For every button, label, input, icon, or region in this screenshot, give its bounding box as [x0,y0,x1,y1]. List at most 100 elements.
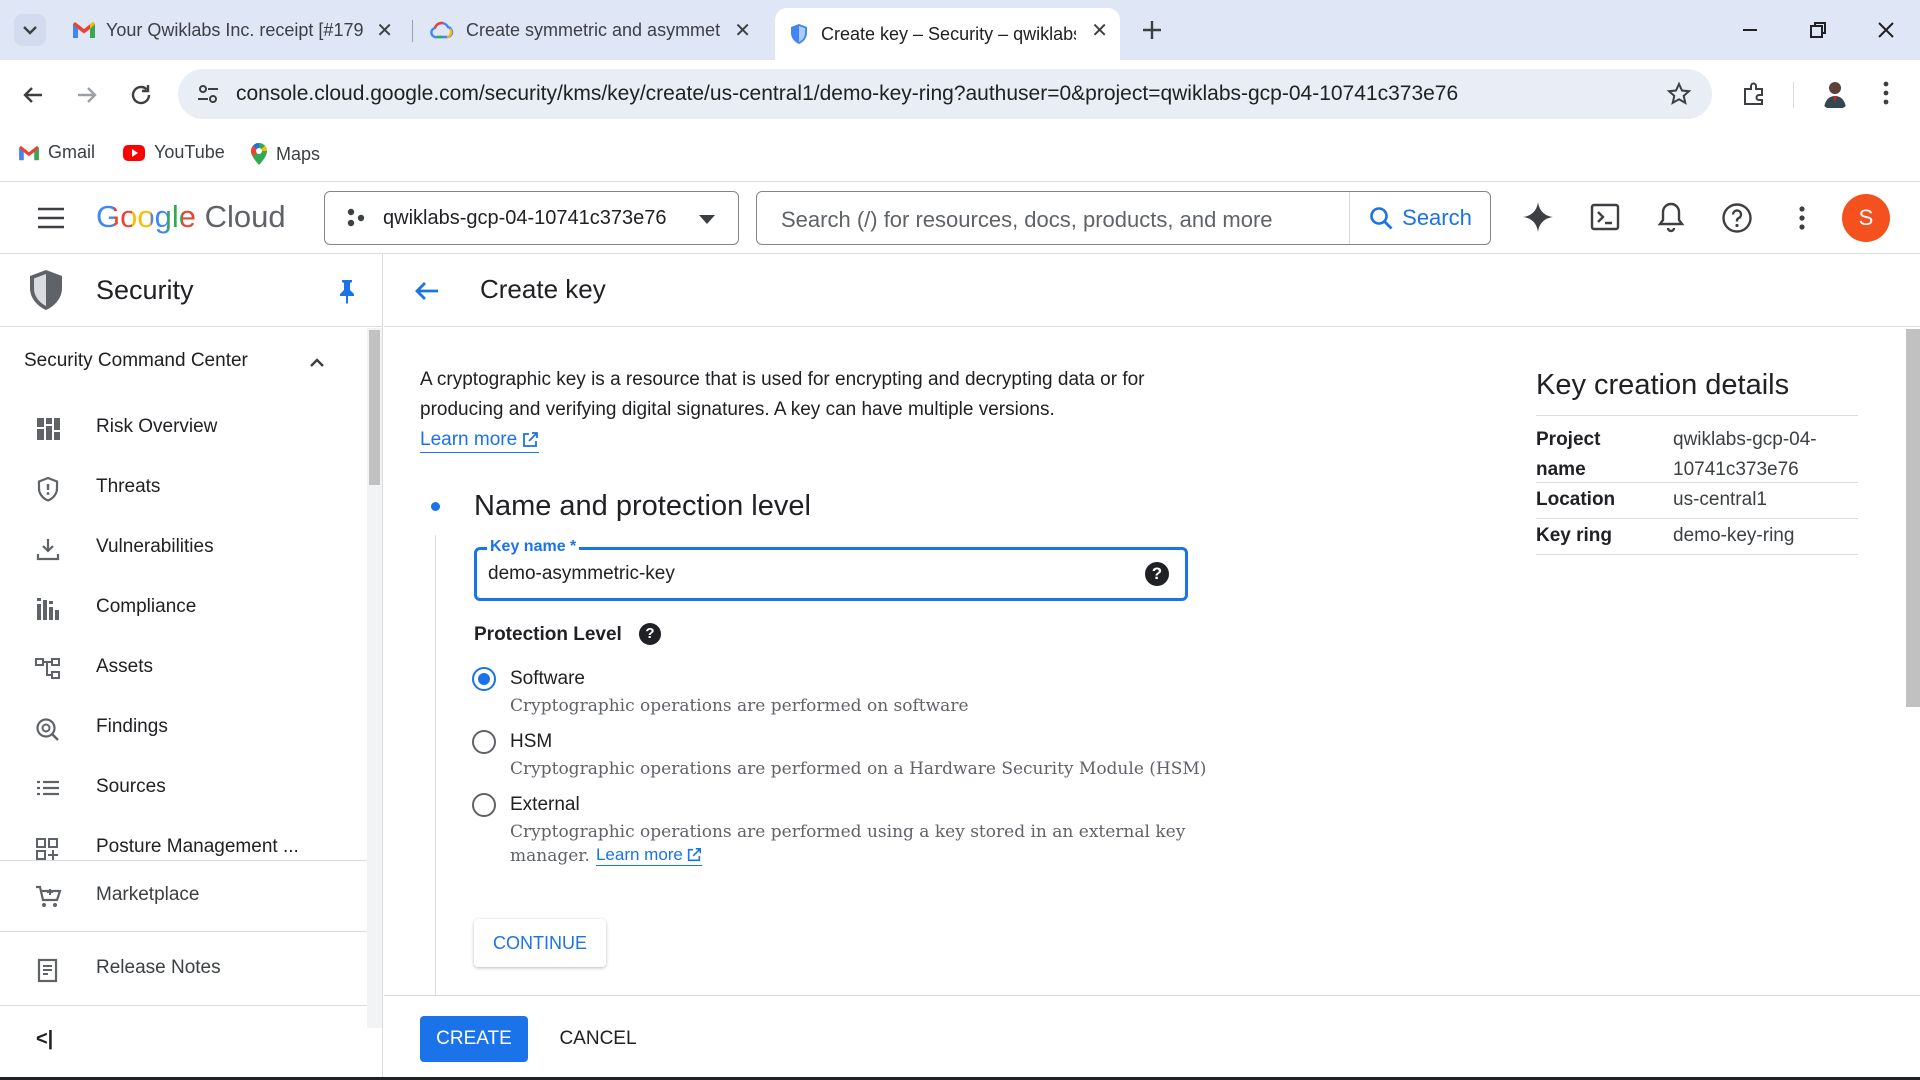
bookmark-maps[interactable]: Maps [250,142,320,166]
option-label: External [510,794,580,815]
details-key-line: Project [1536,429,1601,450]
bookmark-youtube[interactable]: YouTube [122,142,225,163]
youtube-icon [122,144,146,162]
option-description: Cryptographic operations are performed o… [510,759,1207,779]
tab-create-keys-doc[interactable]: Create symmetric and asymmet ✕ [418,8,763,52]
search-icon [1368,205,1394,231]
profile-avatar[interactable] [1818,76,1852,110]
gemini-sparkle-icon[interactable] [1521,200,1555,234]
sidebar-item-sources[interactable]: Sources [0,758,366,818]
site-info-icon[interactable] [196,83,220,105]
intro-line: A cryptographic key is a resource that i… [420,369,1145,390]
google-cloud-icon [430,20,454,40]
details-title-divider [1536,415,1858,416]
radio-option-external[interactable]: External Cryptographic operations are pe… [472,793,1252,873]
bookmark-gmail[interactable]: Gmail [18,142,95,163]
option-label: HSM [510,731,553,752]
external-link-icon [521,431,539,449]
chevron-up-icon [306,352,328,374]
more-options-icon[interactable] [1792,202,1812,234]
extensions-icon[interactable] [1740,80,1768,108]
learn-more-link[interactable]: Learn more [595,845,702,866]
notifications-bell-icon[interactable] [1656,201,1686,233]
bar-chart-icon [34,596,62,622]
radio-hsm[interactable] [472,730,496,754]
google-cloud-logo[interactable]: Google Cloud [96,199,286,235]
divider [0,860,382,861]
section-security-command-center[interactable]: Security Command Center [0,340,366,384]
gmail-icon [72,21,96,39]
details-value: us-central1 [1673,489,1767,510]
sidebar-item-risk-overview[interactable]: Risk Overview [0,398,366,458]
sidebar-item-vulnerabilities[interactable]: Vulnerabilities [0,518,366,578]
sidebar-item-label: Release Notes [96,957,221,978]
option-label: Software [510,668,585,689]
security-shield-logo-icon [26,268,66,312]
download-bug-icon [34,536,62,562]
close-tab-icon[interactable]: ✕ [376,18,393,43]
bookmark-star-icon[interactable] [1666,81,1692,107]
section-label: Security Command Center [24,350,248,371]
forward-arrow-icon[interactable] [72,80,102,110]
tab-gmail-receipt[interactable]: Your Qwiklabs Inc. receipt [#179 ✕ [60,8,405,52]
hierarchy-icon [34,656,62,682]
pin-icon[interactable] [336,278,358,304]
sidebar-item-assets[interactable]: Assets [0,638,366,698]
cart-icon [34,884,62,910]
help-icon[interactable] [1721,202,1753,234]
main-scrollbar[interactable] [1905,327,1920,995]
cloud-shell-icon[interactable] [1590,202,1620,232]
collapse-sidebar-button[interactable]: <| [36,1028,66,1056]
minimize-window-icon[interactable] [1736,16,1764,44]
search-button[interactable]: Search [1349,192,1490,244]
continue-button[interactable]: CONTINUE [474,919,606,967]
intro-line: producing and verifying digital signatur… [420,399,1055,420]
reload-icon[interactable] [126,80,156,110]
bookmark-label: Gmail [48,142,96,162]
key-name-input[interactable]: demo-asymmetric-key [488,563,675,585]
new-tab-icon[interactable] [1138,16,1166,44]
details-row-project: Project name qwiklabs-gcp-04- 10741c373e… [1536,417,1858,483]
radio-option-hsm[interactable]: HSM Cryptographic operations are perform… [472,730,1252,786]
key-name-label: Key name * [487,538,580,556]
hamburger-menu-icon[interactable] [36,204,66,232]
account-avatar[interactable]: S [1842,194,1890,242]
sidebar-scrollbar[interactable] [367,328,382,1028]
intro-text: A cryptographic key is a resource that i… [420,365,1280,455]
step-indicator-dot [431,502,440,511]
restore-window-icon[interactable] [1804,16,1832,44]
learn-more-link[interactable]: Learn more [420,428,540,453]
help-icon[interactable]: ? [639,623,661,645]
details-value-line: qwiklabs-gcp-04- [1673,429,1817,450]
tab-search-dropdown-icon[interactable] [14,14,46,46]
sidebar-item-compliance[interactable]: Compliance [0,578,366,638]
scrollbar-thumb[interactable] [369,330,380,485]
back-arrow-icon[interactable] [412,276,442,306]
browser-menu-icon[interactable] [1876,78,1896,108]
sidebar-item-marketplace[interactable]: Marketplace [0,866,366,926]
sidebar-item-release-notes[interactable]: Release Notes [0,939,366,999]
radio-external[interactable] [472,793,496,817]
scrollbar-thumb[interactable] [1906,329,1920,707]
sidebar-item-label: Compliance [96,596,197,617]
tab-title: Create key – Security – qwiklabs [821,23,1076,44]
create-button[interactable]: CREATE [420,1016,528,1062]
close-tab-icon[interactable]: ✕ [1091,18,1108,43]
back-arrow-icon[interactable] [18,80,48,110]
sidebar-item-threats[interactable]: Threats [0,458,366,518]
details-key: Location [1536,489,1616,510]
cancel-button[interactable]: CANCEL [544,1016,652,1062]
radio-software[interactable] [472,667,496,691]
close-window-icon[interactable] [1872,16,1900,44]
details-key: Key ring [1536,525,1613,546]
tab-create-key-active[interactable]: Create key – Security – qwiklabs ✕ [775,8,1120,60]
key-name-field[interactable]: Key name * demo-asymmetric-key ? [474,538,1188,601]
search-bar[interactable]: Search (/) for resources, docs, products… [756,191,1491,245]
help-icon[interactable]: ? [1145,562,1169,586]
project-picker[interactable]: qwiklabs-gcp-04-10741c373e76 [324,191,739,245]
close-tab-icon[interactable]: ✕ [734,18,751,43]
address-bar[interactable]: console.cloud.google.com/security/kms/ke… [178,69,1712,119]
sidebar-item-findings[interactable]: Findings [0,698,366,758]
radio-option-software[interactable]: Software Cryptographic operations are pe… [472,667,1172,723]
search-input[interactable]: Search (/) for resources, docs, products… [781,207,1273,233]
